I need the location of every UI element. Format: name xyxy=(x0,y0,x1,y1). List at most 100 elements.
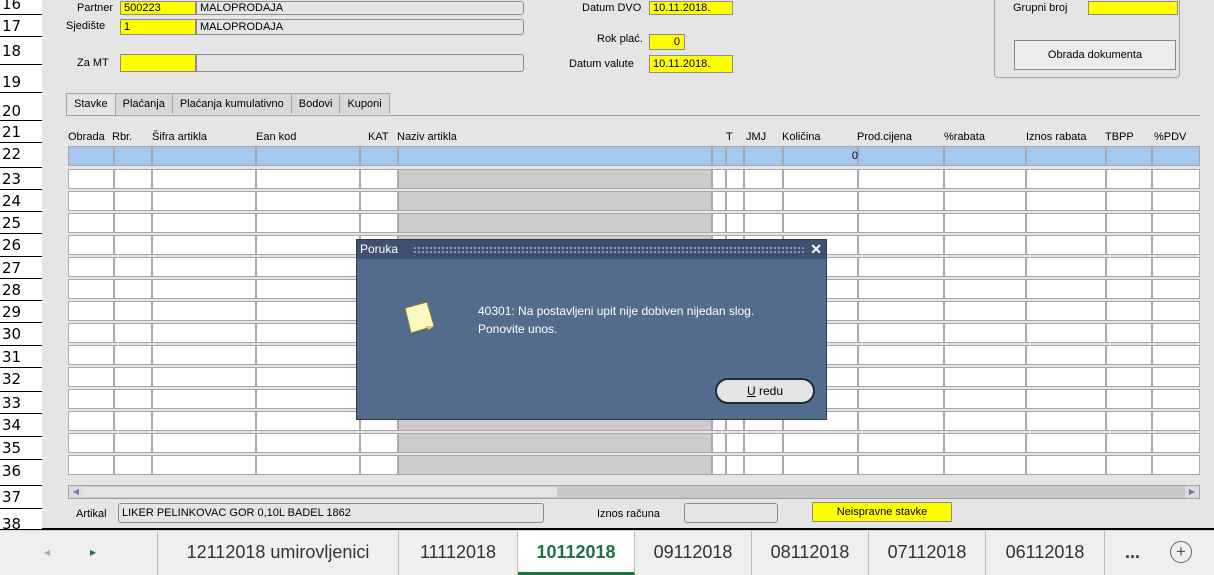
grid-cell[interactable] xyxy=(398,213,712,233)
grid-cell[interactable] xyxy=(1026,146,1106,166)
grid-cell[interactable] xyxy=(1106,411,1152,431)
grid-cell[interactable] xyxy=(858,257,944,277)
grid-cell[interactable] xyxy=(256,169,360,189)
grid-cell[interactable] xyxy=(152,411,256,431)
row-number[interactable]: 36 xyxy=(0,460,42,486)
grid-cell[interactable] xyxy=(726,191,744,211)
grid-cell[interactable] xyxy=(256,301,360,321)
grid-cell[interactable] xyxy=(712,191,726,211)
datum-dvo-field[interactable]: 10.11.2018. xyxy=(649,1,733,15)
grid-cell[interactable] xyxy=(152,455,256,475)
grid-cell[interactable] xyxy=(1152,323,1200,343)
row-number[interactable]: 27 xyxy=(0,257,42,279)
grid-cell[interactable] xyxy=(1106,191,1152,211)
grid-cell[interactable] xyxy=(1106,433,1152,453)
grid-cell[interactable] xyxy=(114,345,152,365)
row-number[interactable]: 28 xyxy=(0,279,42,301)
grid-cell[interactable] xyxy=(858,213,944,233)
grid-cell[interactable] xyxy=(858,279,944,299)
grid-cell[interactable] xyxy=(944,257,1026,277)
grid-cell[interactable] xyxy=(1106,169,1152,189)
grid-cell[interactable] xyxy=(1152,191,1200,211)
grid-cell[interactable] xyxy=(1106,455,1152,475)
grid-cell[interactable] xyxy=(152,367,256,387)
grid-cell[interactable] xyxy=(1152,345,1200,365)
row-number[interactable]: 23 xyxy=(0,168,42,190)
row-number[interactable]: 16 xyxy=(0,0,42,15)
grid-cell[interactable] xyxy=(858,433,944,453)
row-number[interactable]: 22 xyxy=(0,143,42,168)
close-icon[interactable]: ✕ xyxy=(810,240,822,259)
grid-cell[interactable] xyxy=(1152,389,1200,409)
grid-cell[interactable] xyxy=(1152,411,1200,431)
grid-cell[interactable] xyxy=(360,455,398,475)
grid-cell[interactable] xyxy=(152,235,256,255)
row-number[interactable]: 32 xyxy=(0,368,42,392)
grid-cell[interactable] xyxy=(944,146,1026,166)
grid-cell[interactable] xyxy=(712,213,726,233)
grid-cell[interactable] xyxy=(944,433,1026,453)
sheet-scroll-left-icon[interactable]: ◂ xyxy=(44,545,50,559)
row-number[interactable]: 38 xyxy=(0,509,42,533)
row-number[interactable]: 30 xyxy=(0,323,42,346)
sheet-tab[interactable]: 08112018 xyxy=(752,531,869,575)
grid-cell[interactable] xyxy=(858,455,944,475)
grid-cell[interactable] xyxy=(256,146,360,166)
grid-cell[interactable] xyxy=(744,146,783,166)
grid-cell[interactable] xyxy=(1106,146,1152,166)
grid-cell[interactable] xyxy=(360,433,398,453)
sheet-scroll-right-icon[interactable]: ▸ xyxy=(90,545,96,559)
grid-cell[interactable] xyxy=(1152,169,1200,189)
grid-cell[interactable] xyxy=(68,169,114,189)
grid-cell[interactable] xyxy=(152,146,256,166)
sjediste-code-field[interactable]: 1 xyxy=(120,19,196,35)
sheet-tab[interactable]: 07112018 xyxy=(869,531,986,575)
dialog-title-bar[interactable]: Poruka ✕ xyxy=(357,240,826,259)
grid-cell[interactable] xyxy=(114,411,152,431)
grid-cell[interactable] xyxy=(944,169,1026,189)
grid-cell[interactable] xyxy=(152,191,256,211)
grid-cell[interactable] xyxy=(783,191,858,211)
grid-cell[interactable] xyxy=(1106,235,1152,255)
grid-cell[interactable] xyxy=(152,301,256,321)
grid-cell[interactable] xyxy=(360,146,398,166)
grid-cell[interactable] xyxy=(1026,455,1106,475)
grid-cell[interactable] xyxy=(114,433,152,453)
row-number[interactable]: 19 xyxy=(0,65,42,93)
sheet-tab[interactable]: 11112018 xyxy=(399,531,518,575)
grid-cell[interactable] xyxy=(68,301,114,321)
grid-cell[interactable] xyxy=(68,367,114,387)
grid-cell[interactable] xyxy=(726,169,744,189)
grid-cell[interactable] xyxy=(944,411,1026,431)
grid-cell[interactable] xyxy=(114,389,152,409)
neispravne-stavke-button[interactable]: Neispravne stavke xyxy=(812,502,952,522)
grid-cell[interactable] xyxy=(858,169,944,189)
grid-cell[interactable] xyxy=(1152,433,1200,453)
grid-cell[interactable] xyxy=(944,191,1026,211)
sheet-tab[interactable]: 12112018 umirovljenici xyxy=(157,531,399,575)
grid-cell[interactable] xyxy=(858,367,944,387)
grid-cell[interactable] xyxy=(114,235,152,255)
grid-cell[interactable] xyxy=(944,367,1026,387)
row-number[interactable]: 24 xyxy=(0,190,42,212)
grid-cell[interactable] xyxy=(1152,235,1200,255)
grid-cell[interactable] xyxy=(1026,191,1106,211)
grid-cell[interactable] xyxy=(744,191,783,211)
grid-cell[interactable] xyxy=(256,257,360,277)
grid-cell[interactable] xyxy=(152,345,256,365)
tab-placanja[interactable]: Plaćanja xyxy=(114,93,173,114)
row-number[interactable]: 25 xyxy=(0,212,42,234)
grid-cell[interactable] xyxy=(152,213,256,233)
grid-cell[interactable] xyxy=(1026,235,1106,255)
grid-cell[interactable] xyxy=(944,279,1026,299)
grid-cell[interactable] xyxy=(1026,169,1106,189)
grid-cell[interactable] xyxy=(1026,389,1106,409)
row-number[interactable]: 29 xyxy=(0,301,42,323)
tab-placanja-kumulativno[interactable]: Plaćanja kumulativno xyxy=(171,93,292,114)
grid-cell[interactable] xyxy=(114,367,152,387)
grid-cell[interactable] xyxy=(858,146,944,166)
grid-cell[interactable] xyxy=(944,455,1026,475)
grid-cell[interactable] xyxy=(114,301,152,321)
grid-cell[interactable] xyxy=(858,389,944,409)
grid-cell[interactable] xyxy=(858,191,944,211)
